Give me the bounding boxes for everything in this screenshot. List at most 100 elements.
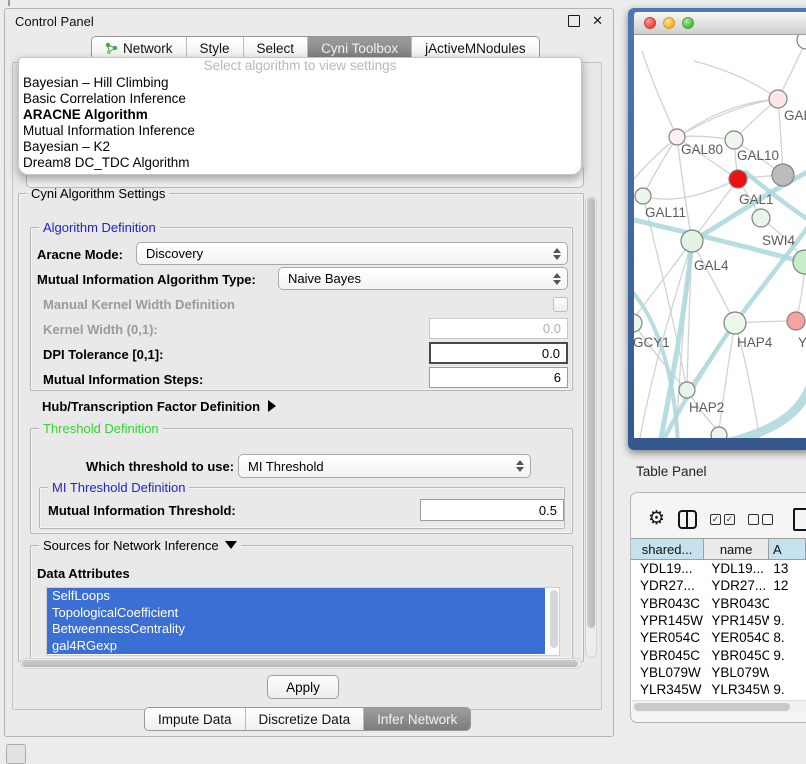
tab-cyni-toolbox[interactable]: Cyni Toolbox [307, 37, 411, 59]
tab-jactivemnodules[interactable]: jActiveMNodules [411, 37, 539, 59]
unchecked-box-icon [762, 514, 773, 525]
table-row[interactable]: YPR145WYPR145W9. [631, 612, 806, 629]
attribute-list-scrollbar[interactable] [550, 590, 558, 648]
network-node[interactable] [752, 209, 770, 227]
network-edge[interactable] [643, 137, 677, 196]
network-canvas[interactable]: GALGAL80GAL10GAL1GAL11SWI4GAL4GCY1HAP4YH… [634, 35, 806, 438]
network-edge[interactable] [642, 51, 677, 137]
algorithm-option[interactable]: Dream8 DC_TDC Algorithm [19, 155, 581, 171]
table-cell: YBR043C [631, 595, 704, 612]
table-row[interactable]: YBL079WYBL079W [631, 664, 806, 681]
table-panel-title: Table Panel [636, 464, 707, 479]
network-node-label: SWI4 [762, 233, 795, 248]
network-node[interactable] [793, 250, 806, 274]
tab-impute-data[interactable]: Impute Data [145, 708, 245, 730]
zoom-window-icon[interactable] [682, 17, 694, 29]
network-edge[interactable] [720, 387, 806, 438]
column-header[interactable]: shared... [631, 539, 704, 559]
tab-style[interactable]: Style [186, 37, 243, 59]
column-header[interactable]: A [769, 539, 806, 559]
network-node[interactable] [681, 230, 703, 252]
algorithm-option[interactable]: Basic Correlation Inference [19, 91, 581, 107]
tab-select[interactable]: Select [243, 37, 308, 59]
select-all-columns-icon[interactable]: ✓✓ [710, 514, 735, 525]
tab-infer-network[interactable]: Infer Network [363, 708, 470, 730]
network-node[interactable] [635, 188, 651, 204]
table-row[interactable]: YER054CYER054C8. [631, 629, 806, 646]
tab-cyni-toolbox-label: Cyni Toolbox [321, 41, 398, 56]
network-edge[interactable] [677, 99, 778, 137]
attribute-item[interactable]: SelfLoops [47, 588, 545, 605]
attribute-item[interactable]: TopologicalCoefficient [47, 605, 545, 622]
apply-button[interactable]: Apply [267, 675, 339, 699]
tab-discretize-data[interactable]: Discretize Data [245, 708, 364, 730]
columns-icon[interactable] [678, 510, 697, 529]
network-node[interactable] [729, 170, 747, 188]
scrollbar-thumb[interactable] [634, 703, 790, 711]
table-row[interactable]: YBR045CYBR045C9. [631, 646, 806, 663]
control-panel-title: Control Panel [15, 14, 568, 29]
deselect-all-columns-icon[interactable] [748, 514, 773, 525]
bottom-left-button[interactable] [6, 744, 26, 764]
float-panel-icon[interactable] [568, 15, 580, 27]
aracne-mode-combo[interactable]: Discovery [136, 242, 568, 265]
network-node[interactable] [787, 312, 805, 330]
network-edge[interactable] [692, 241, 735, 323]
network-node[interactable] [772, 164, 794, 186]
manual-kernel-checkbox[interactable] [553, 297, 568, 312]
mi-steps-label: Mutual Information Steps: [43, 372, 203, 387]
network-node[interactable] [724, 312, 746, 334]
network-node[interactable] [769, 90, 787, 108]
tab-select-label: Select [257, 41, 295, 56]
document-icon[interactable] [793, 508, 806, 531]
table-cell: 8. [769, 629, 806, 646]
table-cell: 12 [769, 577, 806, 594]
network-edge[interactable] [634, 99, 778, 179]
table-header-row: shared... name A [631, 538, 806, 560]
dpi-tolerance-field[interactable]: 0.0 [429, 342, 568, 364]
tab-network[interactable]: Network [92, 37, 186, 59]
gear-icon[interactable]: ⚙ [648, 506, 665, 532]
network-node[interactable] [797, 35, 806, 49]
attribute-item[interactable]: BetweennessCentrality [47, 621, 545, 638]
mi-threshold-group-title: MI Threshold Definition [48, 480, 189, 495]
table-row[interactable]: YLR345WYLR345W9. [631, 681, 806, 698]
network-canvas-container[interactable]: GALGAL80GAL10GAL1GAL11SWI4GAL4GCY1HAP4YH… [634, 35, 806, 438]
scrollbar-thumb[interactable] [22, 660, 578, 667]
algorithm-popup-hint: Select algorithm to view settings [19, 58, 581, 75]
network-edge[interactable] [643, 179, 738, 199]
attribute-item[interactable]: gal4RGexp [47, 638, 545, 655]
close-panel-icon[interactable]: ✕ [592, 16, 603, 26]
network-window-titlebar[interactable] [634, 12, 806, 35]
mi-threshold-field[interactable]: 0.5 [420, 499, 564, 521]
settings-vertical-scrollbar[interactable] [585, 196, 597, 658]
algorithm-option[interactable]: Mutual Information Inference [19, 123, 581, 139]
network-edge[interactable] [694, 61, 778, 99]
algorithm-option[interactable]: Bayesian – K2 [19, 139, 581, 155]
table-row[interactable]: YDR27...YDR27...12 [631, 577, 806, 594]
algorithm-option[interactable]: Bayesian – Hill Climbing [19, 75, 581, 91]
mi-threshold-group: MI Threshold Definition Mutual Informati… [39, 487, 565, 529]
minimize-window-icon[interactable] [663, 17, 675, 29]
mi-type-label: Mutual Information Algorithm Type: [37, 272, 256, 287]
mi-type-combo[interactable]: Naive Bayes [278, 267, 568, 290]
table-row[interactable]: YBR043CYBR043C [631, 595, 806, 612]
table-horizontal-scrollbar[interactable] [632, 700, 806, 712]
settings-horizontal-scrollbar[interactable] [20, 658, 582, 669]
network-view-window[interactable]: GALGAL80GAL10GAL1GAL11SWI4GAL4GCY1HAP4YH… [628, 8, 806, 450]
column-header[interactable]: name [704, 539, 769, 559]
mi-steps-field[interactable]: 6 [429, 367, 568, 388]
sources-group-title[interactable]: Sources for Network Inference [39, 538, 241, 553]
scrollbar-thumb[interactable] [587, 198, 595, 628]
hub-definition-toggle[interactable]: Hub/Transcription Factor Definition [42, 399, 276, 414]
collapse-down-icon [225, 541, 237, 549]
table-row[interactable]: YDL19...YDL19...13 [631, 560, 806, 577]
network-edge[interactable] [778, 41, 806, 99]
network-node[interactable] [634, 314, 642, 332]
which-threshold-combo[interactable]: MI Threshold [238, 454, 531, 478]
network-node[interactable] [711, 427, 727, 438]
close-window-icon[interactable] [644, 17, 656, 29]
network-node[interactable] [725, 131, 743, 149]
algorithm-option-selected[interactable]: ARACNE Algorithm [19, 107, 581, 123]
network-node[interactable] [679, 382, 695, 398]
